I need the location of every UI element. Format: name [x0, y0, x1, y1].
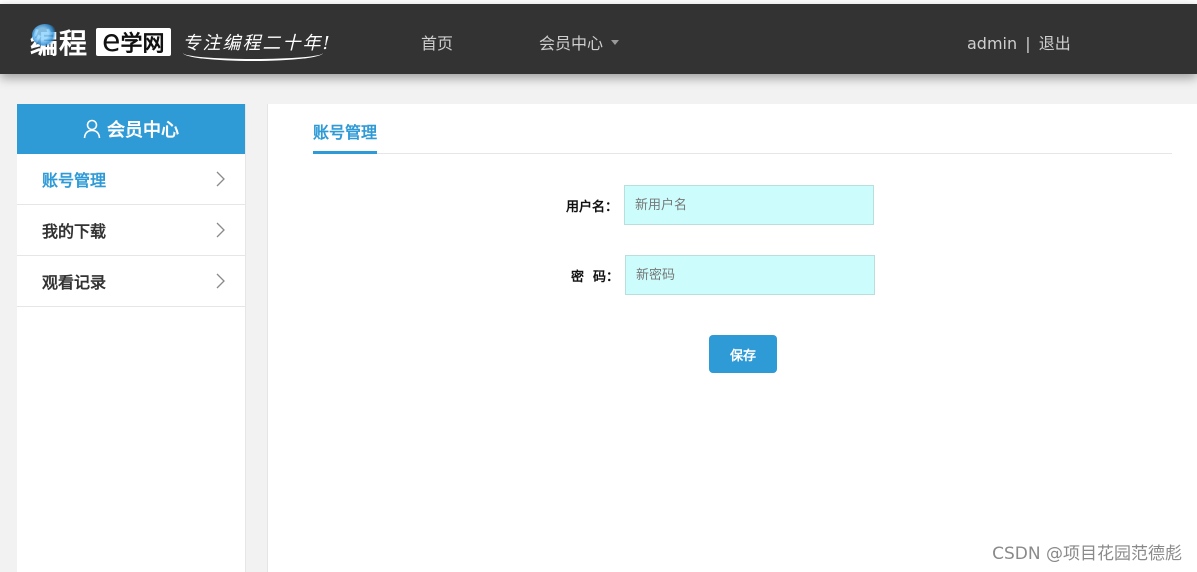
password-label: 密 码：: [570, 269, 619, 285]
user-icon: [83, 119, 101, 139]
password-input[interactable]: [625, 255, 875, 295]
main-panel: 账号管理 用户名： 密 码： 保存: [267, 104, 1197, 572]
caret-down-icon: [611, 40, 620, 45]
nav-member-center-dropdown[interactable]: 会员中心: [539, 30, 620, 54]
save-button[interactable]: 保存: [709, 335, 777, 373]
sidebar: 会员中心 账号管理 我的下载 观看记录: [17, 104, 246, 572]
chevron-right-icon: [216, 273, 225, 289]
username-input[interactable]: [624, 185, 874, 225]
username-label: 用户名：: [565, 199, 618, 215]
sidebar-item-downloads[interactable]: 我的下载: [17, 205, 245, 256]
sidebar-header: 会员中心: [17, 104, 245, 154]
logo-box: e学网: [96, 27, 171, 57]
logo-slogan: 专注编程二十年!: [182, 29, 332, 61]
logo-main-text: 编程: [30, 22, 88, 62]
chevron-right-icon: [216, 222, 225, 238]
user-separator: |: [1025, 34, 1031, 53]
username-link[interactable]: admin: [967, 34, 1017, 53]
username-row: 用户名：: [268, 185, 874, 225]
logo-swirl-icon: [32, 24, 58, 46]
sidebar-item-label: 账号管理: [42, 171, 107, 190]
nav-home-link[interactable]: 首页: [421, 30, 453, 54]
tab-account-management[interactable]: 账号管理: [313, 104, 377, 154]
watermark-text: CSDN @项目花园范德彪: [992, 544, 1182, 564]
site-logo[interactable]: 编程 e学网 专注编程二十年!: [30, 22, 332, 62]
sidebar-item-account[interactable]: 账号管理: [17, 154, 245, 205]
sidebar-item-label: 我的下载: [42, 222, 107, 241]
nav-member-center-label: 会员中心: [539, 34, 604, 53]
sidebar-item-label: 观看记录: [42, 273, 107, 292]
password-row: 密 码：: [268, 255, 875, 295]
chevron-right-icon: [216, 171, 225, 187]
sidebar-item-history[interactable]: 观看记录: [17, 256, 245, 307]
tab-bar: 账号管理: [313, 104, 1172, 154]
user-area: admin | 退出: [967, 30, 1071, 54]
logout-link[interactable]: 退出: [1039, 34, 1071, 53]
top-navbar: 编程 e学网 专注编程二十年! 首页 会员中心 admin | 退出: [0, 4, 1197, 74]
sidebar-title: 会员中心: [107, 120, 179, 141]
